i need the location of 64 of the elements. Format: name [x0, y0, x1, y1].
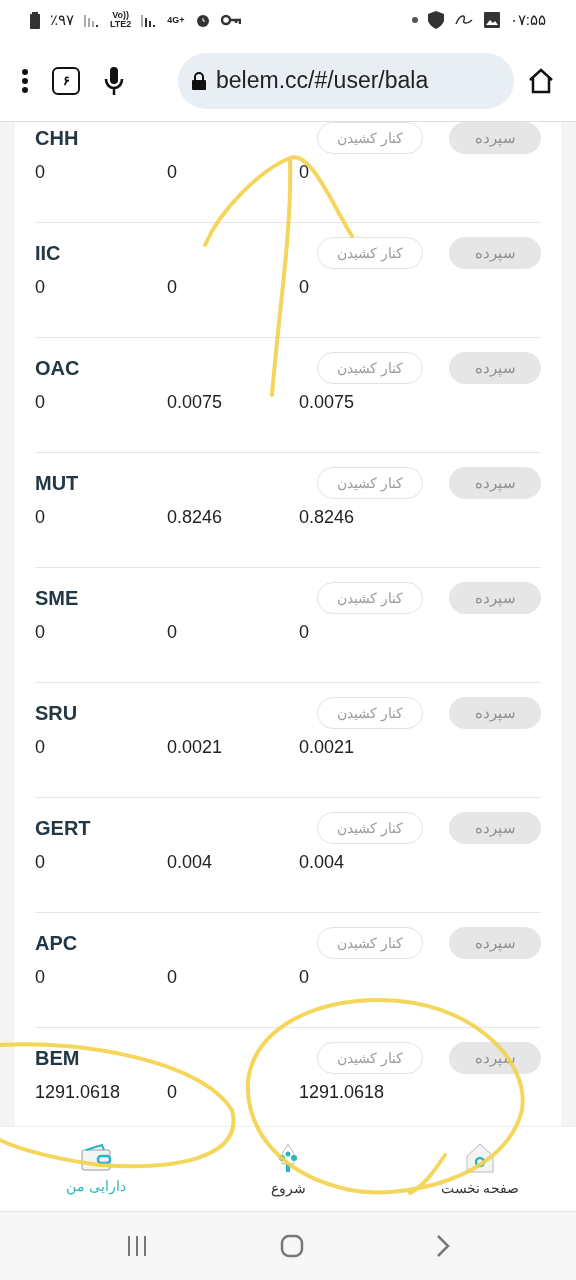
lock-icon: [192, 71, 206, 90]
balance-value: 0: [167, 277, 177, 298]
clock: ۰۷:۵۵: [509, 11, 546, 29]
home-icon[interactable]: [528, 67, 554, 94]
balance-value: 0: [35, 162, 45, 183]
house-icon: [465, 1142, 495, 1174]
balance-value: 0.0075: [299, 392, 355, 413]
network-label: Vo)) LTE2: [110, 11, 132, 29]
balance-value: 0: [299, 277, 309, 298]
key-icon: [220, 14, 241, 26]
nav-tab[interactable]: دارایی من: [0, 1127, 192, 1211]
balance-value: 0: [167, 162, 177, 183]
asset-symbol: BEM: [35, 1046, 81, 1070]
balance-value: 1291.0618: [35, 1082, 121, 1103]
balance-value: 0: [167, 1082, 177, 1103]
back-icon[interactable]: [436, 1234, 450, 1258]
balance-value: 0: [299, 162, 309, 183]
asset-symbol: MUT: [35, 471, 80, 495]
image-icon: [483, 12, 500, 28]
balance-value: 0.004: [167, 852, 213, 873]
asset-symbol: OAC: [35, 356, 81, 380]
balance-value: 0.8246: [299, 507, 355, 528]
asset-symbol: GERT: [35, 816, 92, 840]
balance-value: 0: [35, 737, 45, 758]
wallet-icon: [80, 1144, 112, 1172]
balance-value: 0: [35, 622, 45, 643]
balance-value: 0.0075: [167, 392, 223, 413]
balance-value: 0: [299, 967, 309, 988]
signal-icon: [141, 13, 158, 27]
battery-icon: [30, 11, 40, 29]
nav-tab[interactable]: شروع: [192, 1127, 384, 1211]
battery-level: ٪۹۷: [50, 11, 74, 29]
balance-value: 0: [35, 852, 45, 873]
home-button-icon[interactable]: [280, 1234, 304, 1258]
signal-icon: [84, 13, 100, 27]
balance-value: 0: [35, 967, 45, 988]
balance-value: 0: [299, 622, 309, 643]
balance-value: 0: [35, 392, 45, 413]
balance-value: 0: [35, 507, 45, 528]
asset-symbol: APC: [35, 931, 79, 955]
address-bar[interactable]: belem.cc/#/user/bala: [178, 52, 514, 109]
asset-symbol: IIC: [35, 241, 62, 265]
balance-value: 0: [167, 967, 177, 988]
microphone-icon[interactable]: [104, 66, 124, 95]
asset-symbol: SRU: [35, 701, 79, 725]
balance-value: 1291.0618: [299, 1082, 385, 1103]
alarm-icon: [194, 12, 211, 28]
balance-value: 0.0021: [299, 737, 355, 758]
asset-symbol: CHH: [35, 126, 80, 150]
balance-value: 0.004: [299, 852, 345, 873]
asset-symbol: SME: [35, 586, 80, 610]
balance-value: 0.8246: [167, 507, 223, 528]
url-text: belem.cc/#/user/bala: [216, 67, 429, 94]
balance-value: 0.0021: [167, 737, 223, 758]
recents-icon[interactable]: [126, 1235, 148, 1257]
nav-tab[interactable]: صفحه نخست: [384, 1127, 576, 1211]
balance-value: 0: [35, 277, 45, 298]
menu-icon[interactable]: [22, 68, 28, 93]
network-label: 4G+: [167, 15, 185, 25]
balance-value: 0: [167, 622, 177, 643]
shield-icon: [427, 11, 444, 29]
dot-icon: [411, 17, 418, 23]
tab-count-button[interactable]: ۶: [52, 66, 80, 95]
swirl-icon: [453, 14, 474, 26]
